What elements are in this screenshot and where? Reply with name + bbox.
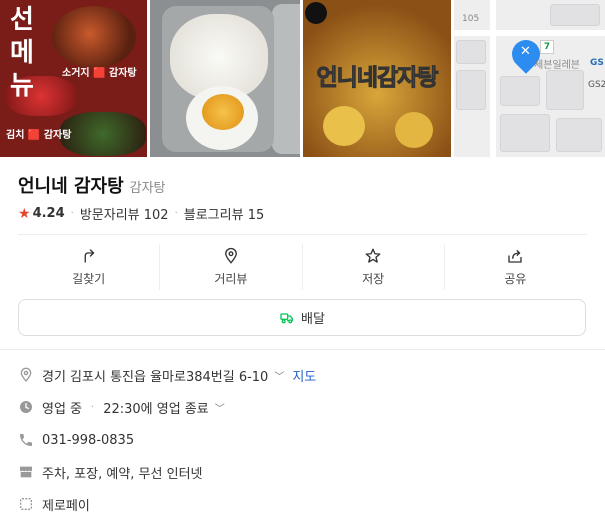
map-link[interactable]: 지도 <box>292 366 316 385</box>
visitor-reviews-link[interactable]: 방문자리뷰 102 <box>80 204 169 223</box>
phone-number[interactable]: 031-998-0835 <box>42 433 134 448</box>
separator-dot: · <box>174 208 178 219</box>
delivery-button[interactable]: 배달 <box>18 299 586 336</box>
chevron-down-icon[interactable]: ﹀ <box>215 400 225 415</box>
payment-row: 제로페이 <box>18 494 90 514</box>
location-pin-icon <box>20 367 32 383</box>
phone-row: 031-998-0835 <box>18 430 134 450</box>
map-gs-label: GS <box>590 58 604 68</box>
place-stats: ★ 4.24 · 방문자리뷰 102 · 블로그리뷰 15 <box>18 204 264 224</box>
convenience-store-icon: 7 <box>540 40 554 54</box>
street-view-button[interactable]: 거리뷰 <box>159 244 301 290</box>
potato-image <box>395 112 433 148</box>
pin-icon <box>224 247 237 264</box>
action-label: 길찾기 <box>72 272 106 286</box>
open-status: 영업 중 <box>42 401 83 417</box>
place-name: 언니네 감자탕 <box>18 176 124 197</box>
save-button[interactable]: 저장 <box>301 244 444 290</box>
amenities-text: 주차, 포장, 예약, 무선 인터넷 <box>42 466 203 482</box>
menu-caption: 김치 🟥 감자탕 <box>6 130 72 141</box>
chevron-down-icon[interactable]: ﹀ <box>274 368 284 383</box>
phone-icon <box>20 434 32 446</box>
action-label: 공유 <box>504 272 527 286</box>
photo-rice-egg[interactable] <box>150 0 300 157</box>
egg-yolk-image <box>202 94 244 130</box>
menu-poster-text: 선 메 뉴 <box>10 5 34 101</box>
map-road <box>490 0 496 157</box>
separator-dot: · <box>91 401 95 413</box>
rating-star-icon: ★ <box>18 205 31 222</box>
delivery-scooter-icon <box>280 312 294 323</box>
rating-value: 4.24 <box>32 206 65 221</box>
divider <box>18 234 587 235</box>
map-block <box>456 70 486 110</box>
map-store-label: 세븐일레븐 <box>534 60 580 71</box>
tray-image <box>272 4 300 154</box>
payment-text: 제로페이 <box>42 498 90 514</box>
action-bar: 길찾기 거리뷰 저장 공유 <box>18 244 586 290</box>
map-block <box>456 40 486 64</box>
photo-gallery[interactable]: 선 메 뉴 소거지 🟥 감자탕 김치 🟥 감자탕 언니네감자탕 105 ✕ 7 … <box>0 0 605 157</box>
food-dish-image <box>60 112 146 156</box>
map-gs-label: GS2 <box>588 80 605 90</box>
photo-overlay-text: 언니네감자탕 <box>316 65 439 92</box>
blog-reviews-link[interactable]: 블로그리뷰 15 <box>184 204 264 223</box>
directions-icon <box>84 249 94 263</box>
map-road <box>454 30 605 36</box>
map-block <box>546 70 584 110</box>
store-icon <box>20 466 32 478</box>
clock-icon <box>20 401 32 413</box>
share-icon <box>508 250 523 263</box>
photo-stew[interactable]: 언니네감자탕 <box>303 0 451 157</box>
photo-menu[interactable]: 선 메 뉴 소거지 🟥 감자탕 김치 🟥 감자탕 <box>0 0 147 157</box>
separator-dot: · <box>70 208 74 219</box>
payment-icon <box>20 498 32 510</box>
share-button[interactable]: 공유 <box>443 244 586 290</box>
action-label: 저장 <box>362 272 385 286</box>
map-block <box>500 114 550 152</box>
map-number-label: 105 <box>462 14 480 24</box>
address-row: 경기 김포시 통진읍 율마로384번길 6-10 ﹀ 지도 <box>18 365 316 385</box>
directions-button[interactable]: 길찾기 <box>18 244 159 290</box>
place-category: 감자탕 <box>129 181 166 196</box>
dark-spot <box>305 2 327 24</box>
address-text[interactable]: 경기 김포시 통진읍 율마로384번길 6-10 <box>42 366 268 385</box>
star-icon <box>365 248 381 263</box>
restaurant-icon: ✕ <box>520 44 531 59</box>
menu-caption: 소거지 🟥 감자탕 <box>62 68 137 79</box>
hours-row: 영업 중 · 22:30에 영업 종료 ﹀ <box>18 397 225 417</box>
map-block <box>550 4 600 26</box>
potato-image <box>323 106 365 146</box>
action-label: 거리뷰 <box>214 272 248 286</box>
map-thumbnail[interactable]: 105 ✕ 7 세븐일레븐 GS GS2 <box>454 0 605 157</box>
delivery-label: 배달 <box>301 312 325 327</box>
closing-time[interactable]: 22:30에 영업 종료 <box>103 398 209 417</box>
section-divider <box>0 349 605 350</box>
place-header: 언니네 감자탕 감자탕 <box>18 172 166 198</box>
amenities-row: 주차, 포장, 예약, 무선 인터넷 <box>18 462 203 482</box>
food-dish-image <box>52 6 136 68</box>
map-block <box>500 76 540 106</box>
map-block <box>556 118 602 152</box>
